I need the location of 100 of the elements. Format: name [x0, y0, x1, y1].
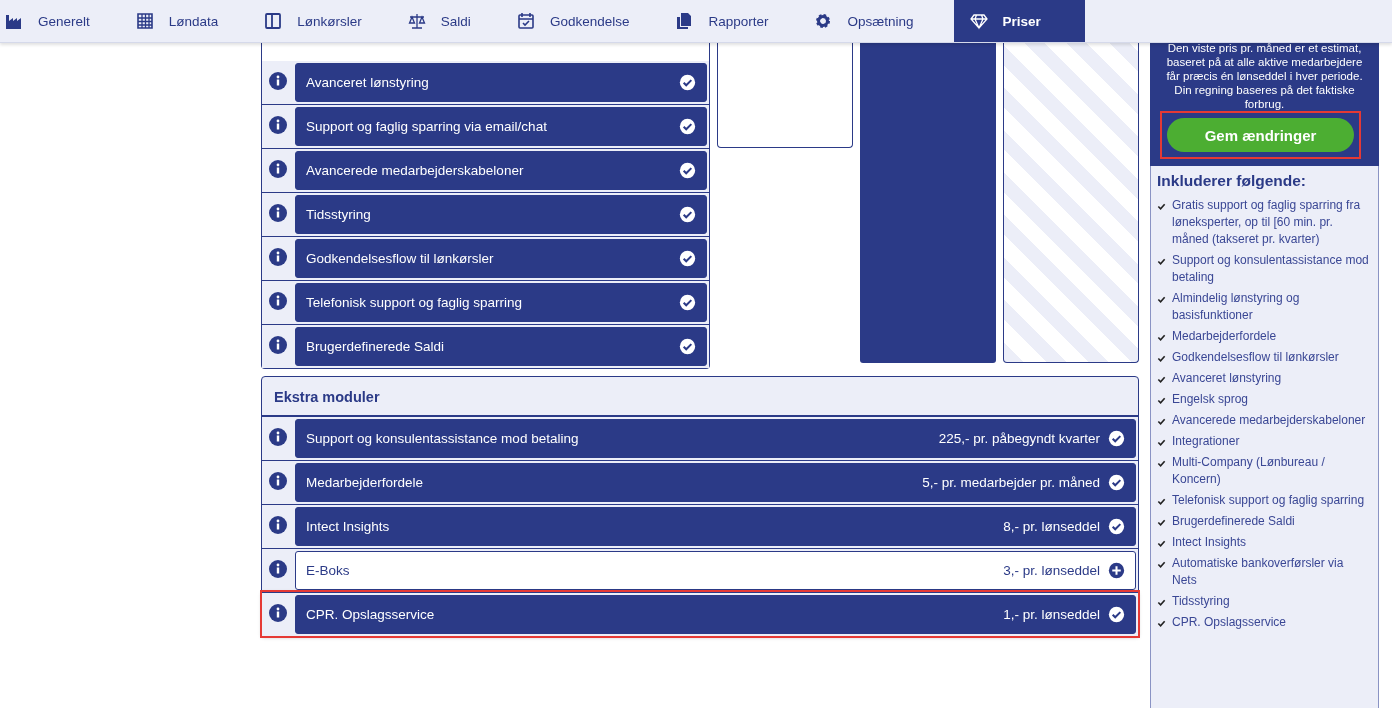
check-icon	[1157, 417, 1166, 426]
module-bar[interactable]: Telefonisk support og faglig sparring	[295, 283, 708, 322]
check-icon	[679, 118, 697, 135]
check-icon	[1157, 619, 1166, 628]
included-feature: Almindelig lønstyring og basisfunktioner	[1172, 290, 1301, 324]
module-name: Brugerdefinerede Saldi	[306, 339, 446, 354]
info-icon[interactable]	[268, 427, 288, 447]
nav-tab[interactable]: Lønkørsler	[258, 0, 382, 42]
check-icon	[1108, 518, 1125, 535]
included-feature: Telefonisk support og faglig sparring	[1172, 492, 1365, 509]
info-icon[interactable]	[268, 159, 288, 179]
check-icon	[679, 74, 697, 91]
plus-icon	[1108, 562, 1125, 579]
info-icon[interactable]	[268, 71, 288, 91]
module-name: Godkendelsesflow til lønkørsler	[306, 251, 495, 266]
module-bar[interactable]: Support og faglig sparring via email/chat	[295, 107, 708, 146]
info-icon[interactable]	[268, 515, 288, 535]
check-icon	[1157, 598, 1166, 607]
check-icon	[1157, 560, 1166, 569]
diamond-icon	[969, 12, 988, 30]
module-bar[interactable]: Avancerede medarbejderskabeloner	[295, 151, 708, 190]
scale-icon	[407, 12, 426, 30]
check-icon	[1157, 518, 1166, 527]
included-feature: Tidsstyring	[1172, 593, 1230, 610]
check-icon	[679, 206, 697, 223]
calendar-icon	[516, 12, 535, 30]
included-feature: Medarbejderfordele	[1172, 328, 1277, 345]
nav-tab[interactable]: Løndata	[129, 0, 239, 42]
module-bar[interactable]: Tidsstyring	[295, 195, 708, 234]
module-price: 5,- pr. medarbejder pr. måned	[922, 475, 1100, 490]
module-name: Medarbejderfordele	[306, 475, 425, 490]
includes-title: Inkluderer følgende:	[1157, 172, 1307, 190]
check-icon	[1157, 375, 1166, 384]
info-icon[interactable]	[268, 335, 288, 355]
included-feature: Gratis support og faglig sparring fra løneksperter, op til [60 min. pr. måned (takseret pr. kvarter)	[1172, 197, 1362, 248]
info-icon[interactable]	[268, 471, 288, 491]
price-note: Den viste pris pr. måned er et estimat, baseret på at alle aktive medarbejdere får præcis én lønseddel i hver periode. Din regning baseres på det faktiske forbrug.	[1165, 41, 1364, 111]
module-name: Support og faglig sparring via email/chat	[306, 119, 548, 134]
module-bar[interactable]: CPR. Opslagsservice 1,- pr. lønseddel	[295, 595, 1136, 634]
module-name: Avancerede medarbejderskabeloner	[306, 163, 525, 178]
included-feature: Avanceret lønstyring	[1172, 370, 1282, 387]
module-bar[interactable]: Brugerdefinerede Saldi	[295, 327, 708, 366]
nav-tab[interactable]: Rapporter	[669, 0, 789, 42]
included-feature: Multi-Company (Lønbureau / Koncern)	[1172, 454, 1326, 488]
module-name: Intect Insights	[306, 519, 391, 534]
module-bar[interactable]: E-Boks 3,- pr. lønseddel	[295, 551, 1136, 590]
module-name: Avanceret lønstyring	[306, 75, 430, 90]
grid-icon	[135, 12, 154, 30]
info-icon[interactable]	[268, 203, 288, 223]
nav-tab[interactable]: Priser	[953, 0, 1085, 42]
included-feature: Avancerede medarbejderskabeloner	[1172, 412, 1366, 429]
module-bar[interactable]: Godkendelsesflow til lønkørsler	[295, 239, 708, 278]
check-icon	[1157, 333, 1166, 342]
module-bar[interactable]: Intect Insights 8,- pr. lønseddel	[295, 507, 1136, 546]
info-icon[interactable]	[268, 291, 288, 311]
nav-tab[interactable]: Opsætning	[808, 0, 934, 42]
included-feature: Integrationer	[1172, 433, 1240, 450]
included-feature: Support og konsulentassistance mod betaling	[1172, 252, 1370, 286]
check-icon	[1157, 497, 1166, 506]
module-name: Telefonisk support og faglig sparring	[306, 295, 524, 310]
included-feature: Godkendelsesflow til lønkørsler	[1172, 349, 1339, 366]
module-price: 225,- pr. påbegyndt kvarter	[938, 431, 1100, 446]
included-feature: Engelsk sprog	[1172, 391, 1249, 408]
gear-icon	[814, 12, 833, 30]
module-name: Tidsstyring	[306, 207, 372, 222]
module-name: CPR. Opslagsservice	[306, 607, 436, 622]
module-bar[interactable]: Avanceret lønstyring	[295, 63, 708, 102]
check-icon	[1157, 396, 1166, 405]
info-icon[interactable]	[268, 559, 288, 579]
info-icon[interactable]	[268, 115, 288, 135]
module-name: Support og konsulentassistance mod betaling	[306, 431, 580, 446]
check-icon	[1157, 257, 1166, 266]
nav-tab[interactable]: Generelt	[0, 0, 110, 42]
nav-tab[interactable]: Saldi	[401, 0, 491, 42]
check-icon	[1157, 354, 1166, 363]
module-price: 8,- pr. lønseddel	[1003, 519, 1100, 534]
check-icon	[1157, 202, 1166, 211]
check-icon	[1108, 474, 1125, 491]
check-icon	[1157, 539, 1166, 548]
module-price: 3,- pr. lønseddel	[1003, 563, 1100, 578]
included-feature: CPR. Opslagsservice	[1172, 614, 1287, 631]
check-icon	[679, 338, 697, 355]
check-icon	[1157, 459, 1166, 468]
check-icon	[679, 294, 697, 311]
factory-icon	[5, 12, 23, 30]
check-icon	[679, 250, 697, 267]
included-feature: Intect Insights	[1172, 534, 1247, 551]
module-price: 1,- pr. lønseddel	[1003, 607, 1100, 622]
check-icon	[1157, 438, 1166, 447]
info-icon[interactable]	[268, 247, 288, 267]
info-icon[interactable]	[268, 603, 288, 623]
check-icon	[1108, 430, 1125, 447]
check-icon	[1108, 606, 1125, 623]
module-name: E-Boks	[306, 563, 351, 578]
module-bar[interactable]: Medarbejderfordele 5,- pr. medarbejder pr. måned	[295, 463, 1136, 502]
module-bar[interactable]: Support og konsulentassistance mod betaling 225,- pr. påbegyndt kvarter	[295, 419, 1136, 458]
included-feature: Automatiske bankoverførsler via Nets	[1172, 555, 1345, 589]
included-feature: Brugerdefinerede Saldi	[1172, 513, 1295, 530]
nav-tab[interactable]: Godkendelse	[510, 0, 650, 42]
check-icon	[679, 162, 697, 179]
